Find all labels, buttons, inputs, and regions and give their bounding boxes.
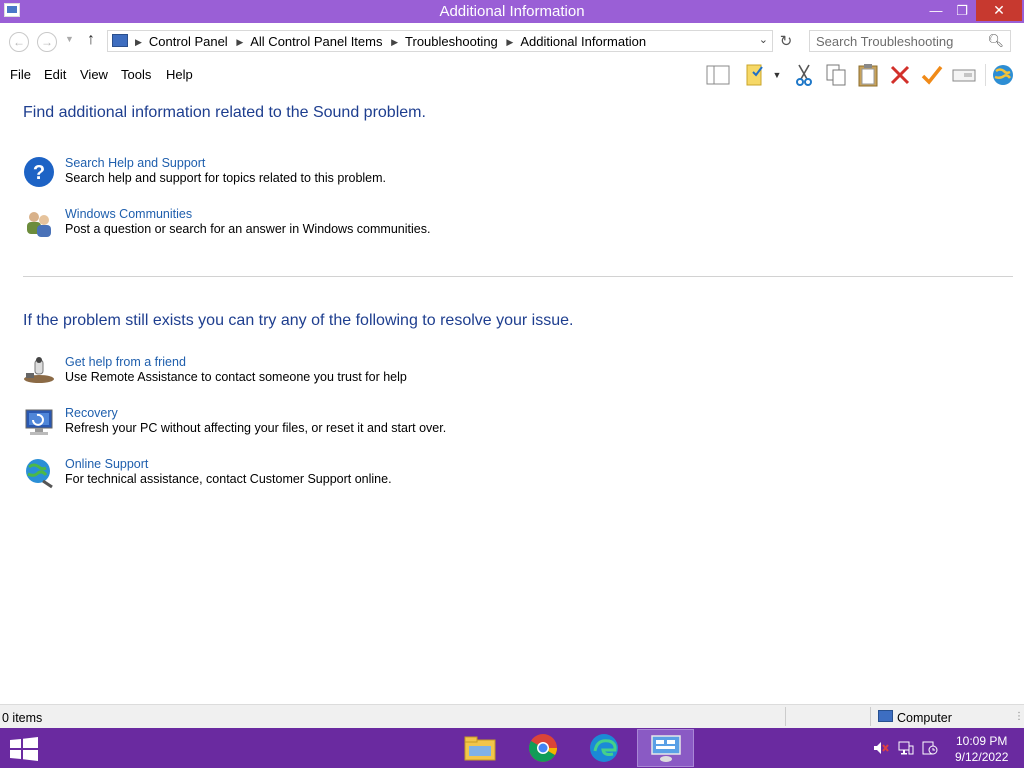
start-button[interactable] (10, 737, 38, 761)
breadcrumb-separator-icon[interactable]: ▶ (236, 37, 243, 47)
forward-button[interactable]: → (37, 32, 57, 52)
status-divider (785, 707, 786, 726)
computer-icon (878, 710, 893, 722)
taskbar-control-panel[interactable] (637, 729, 694, 767)
properties-icon[interactable] (744, 63, 768, 87)
edge-icon (589, 734, 618, 762)
main-content: Find additional information related to t… (0, 90, 1024, 704)
breadcrumb-separator-icon[interactable]: ▶ (135, 37, 142, 47)
control-panel-icon (650, 735, 681, 762)
list-item: Windows Communities Post a question or s… (23, 207, 723, 243)
clock-time[interactable]: 10:09 PM (956, 734, 1007, 748)
menu-bar: File Edit View Tools Help ▼ (0, 59, 1024, 90)
menu-help[interactable]: Help (166, 67, 193, 82)
search-box[interactable]: 🔍︎ (809, 30, 1011, 52)
list-item: ? Search Help and Support Search help an… (23, 156, 723, 192)
menu-view[interactable]: View (80, 67, 108, 82)
restore-button[interactable]: ❐ (950, 0, 974, 21)
title-bar: Additional Information — ❐ ✕ (0, 0, 1024, 23)
recent-locations-chevron-icon[interactable]: ▼ (65, 34, 74, 44)
breadcrumb-separator-icon[interactable]: ▶ (391, 37, 398, 47)
minimize-button[interactable]: — (922, 0, 950, 21)
list-item: Recovery Refresh your PC without affecti… (23, 406, 723, 442)
network-icon[interactable] (898, 741, 914, 755)
cut-icon[interactable] (792, 63, 816, 87)
rename-icon[interactable] (952, 63, 976, 87)
search-help-support-description: Search help and support for topics relat… (65, 171, 387, 185)
online-support-description: For technical assistance, contact Custom… (65, 472, 392, 486)
list-item: Online Support For technical assistance,… (23, 457, 723, 493)
recovery-link[interactable]: Recovery (65, 406, 118, 420)
help-icon[interactable]: ? (23, 156, 55, 188)
windows-communities-description: Post a question or search for an answer … (65, 222, 431, 236)
address-dropdown-chevron-icon[interactable]: ⌄ (759, 33, 768, 46)
refresh-button[interactable]: ↻ (776, 32, 796, 52)
list-item: Get help from a friend Use Remote Assist… (23, 355, 723, 391)
breadcrumb-separator-icon[interactable]: ▶ (506, 37, 513, 47)
svg-text:?: ? (33, 162, 45, 184)
clock-date[interactable]: 9/12/2022 (955, 750, 1008, 764)
paste-icon[interactable] (856, 63, 880, 87)
menu-tools[interactable]: Tools (121, 67, 151, 82)
toolbar-divider (985, 64, 986, 86)
section-heading-resolve-issue: If the problem still exists you can try … (23, 312, 574, 329)
breadcrumb[interactable]: ▶ Control Panel ▶ All Control Panel Items … (107, 30, 773, 52)
search-icon[interactable]: 🔍︎ (987, 33, 1004, 49)
delete-icon[interactable] (888, 63, 912, 87)
menu-edit[interactable]: Edit (44, 67, 66, 82)
search-input[interactable] (810, 31, 980, 51)
breadcrumb-all-items[interactable]: All Control Panel Items (250, 34, 382, 49)
window-title: Additional Information (439, 3, 585, 20)
address-bar: ← → ▼ ↑ ▶ Control Panel ▶ All Control Pane… (0, 23, 1024, 59)
get-help-from-friend-link[interactable]: Get help from a friend (65, 355, 186, 369)
get-help-from-friend-description: Use Remote Assistance to contact someone… (65, 370, 407, 384)
globe-icon[interactable] (991, 63, 1015, 87)
online-support-icon[interactable] (23, 457, 55, 489)
taskbar-chrome[interactable] (514, 729, 571, 767)
check-icon[interactable] (920, 63, 944, 87)
remote-assistance-icon[interactable] (23, 355, 55, 387)
status-bar: 0 items Computer ⋮ (0, 704, 1024, 728)
close-button[interactable]: ✕ (976, 0, 1022, 21)
windows-communities-link[interactable]: Windows Communities (65, 207, 192, 221)
taskbar: 10:09 PM 9/12/2022 (0, 728, 1024, 768)
volume-muted-icon[interactable] (873, 741, 889, 755)
menu-file[interactable]: File (10, 67, 31, 82)
windows-logo-icon (10, 737, 38, 761)
section-heading-additional-info: Find additional information related to t… (23, 104, 426, 121)
search-help-support-link[interactable]: Search Help and Support (65, 156, 205, 170)
copy-icon[interactable] (824, 63, 848, 87)
item-count: 0 items (2, 711, 43, 725)
resize-grip-icon[interactable]: ⋮ (1014, 711, 1024, 722)
recovery-description: Refresh your PC without affecting your f… (65, 421, 447, 435)
preview-pane-icon[interactable] (706, 63, 730, 87)
breadcrumb-control-panel[interactable]: Control Panel (149, 34, 228, 49)
recovery-icon[interactable] (23, 406, 55, 438)
taskbar-edge[interactable] (575, 729, 632, 767)
control-panel-icon (112, 34, 128, 47)
people-icon[interactable] (23, 207, 55, 239)
file-explorer-icon (464, 736, 495, 761)
chrome-icon (528, 734, 557, 762)
section-divider (23, 276, 1013, 277)
status-location: Computer (897, 711, 952, 725)
taskbar-file-explorer[interactable] (451, 729, 508, 767)
breadcrumb-additional-information[interactable]: Additional Information (520, 34, 646, 49)
status-divider (870, 707, 871, 726)
online-support-link[interactable]: Online Support (65, 457, 148, 471)
up-button[interactable]: ↑ (87, 31, 95, 49)
properties-dropdown-chevron-icon[interactable]: ▼ (770, 63, 784, 87)
back-button[interactable]: ← (9, 32, 29, 52)
breadcrumb-troubleshooting[interactable]: Troubleshooting (405, 34, 498, 49)
action-center-icon[interactable] (922, 741, 938, 755)
